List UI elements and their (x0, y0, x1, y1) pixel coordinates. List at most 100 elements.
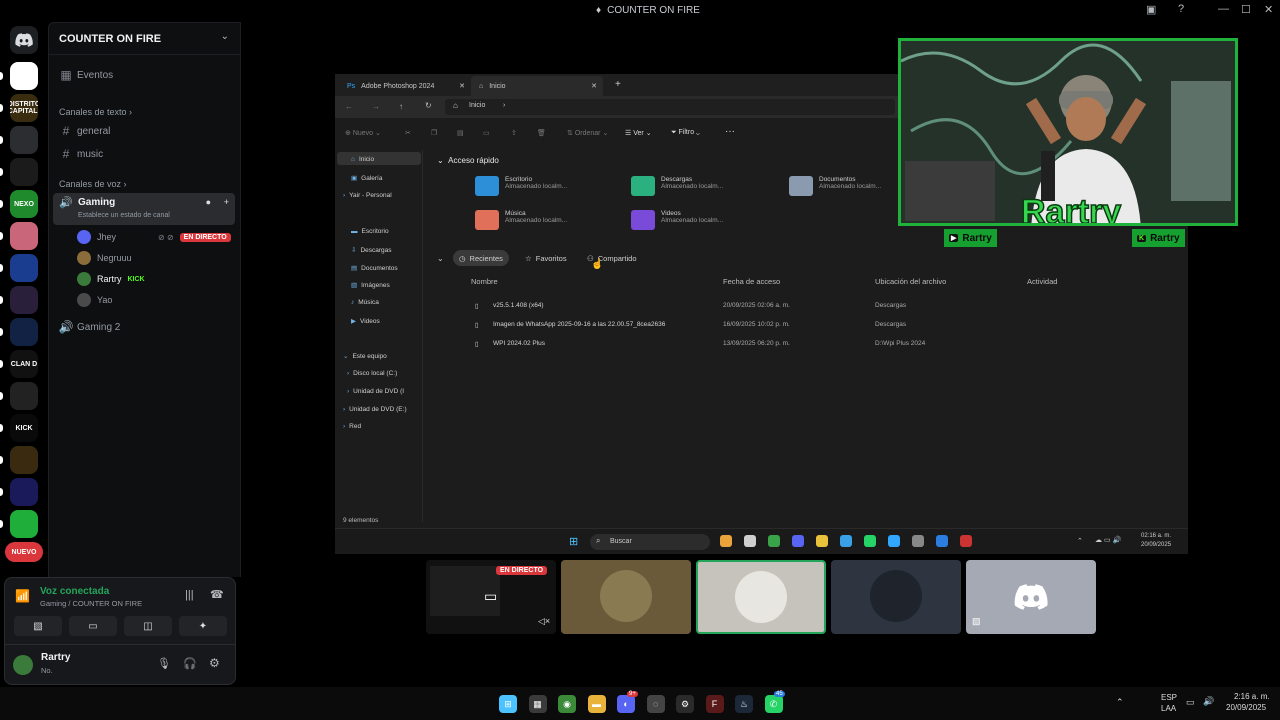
nav-item[interactable]: › Unidad de DVD (I (347, 388, 404, 395)
add-member-icon[interactable]: + (224, 197, 229, 207)
tile-participant-speaking[interactable] (696, 560, 826, 634)
server-icon[interactable] (10, 446, 38, 474)
address-field[interactable]: ⌂ Inicio › (445, 99, 895, 115)
file-row[interactable]: ▯ Imagen de WhatsApp 2025-09-16 a las 22.… (475, 319, 1055, 333)
app-icon[interactable] (816, 535, 828, 547)
taskbar-search[interactable]: ⌕ Buscar (590, 534, 710, 550)
server-icon[interactable] (10, 126, 38, 154)
tray-icons[interactable]: ☁ ▭ 🔊 (1095, 536, 1121, 544)
muted-icon[interactable]: ◁× (538, 616, 550, 627)
file-row[interactable]: ▯ WPI 2024.02 Plus 13/09/2025 06:20 p. m. D… (475, 338, 1055, 352)
sort-button[interactable]: ⇅ Ordenar ⌄ (567, 129, 608, 137)
nav-item[interactable]: › Yair - Personal (343, 192, 392, 199)
soundboard-button[interactable]: ✦ (179, 616, 227, 636)
avatar[interactable] (13, 655, 33, 675)
nav-item[interactable]: ▶ Videos (351, 317, 380, 326)
activities-button[interactable]: ◫ (124, 616, 172, 636)
voice-member[interactable]: Negruuu (77, 249, 132, 267)
mic-icon[interactable]: 🎙 (157, 657, 171, 670)
quick-access-item[interactable]: Descargas Almacenado localm... (631, 176, 723, 196)
steam-icon[interactable]: ⚙ (676, 695, 694, 713)
close-tab-icon[interactable]: ✕ (459, 82, 465, 90)
maximize-icon[interactable]: ☐ (1241, 3, 1251, 16)
help-icon[interactable]: ? (1178, 3, 1184, 15)
server-icon[interactable]: CLAN D (10, 350, 38, 378)
voice-member[interactable]: Jhey ⊘ ⊘ EN DIRECTO (77, 228, 231, 246)
whatsapp-icon[interactable]: ✆ (764, 695, 783, 713)
app-icon[interactable] (864, 535, 876, 547)
quick-access-item[interactable]: Música Almacenado localm... (475, 210, 567, 230)
windows-start-icon[interactable]: ⊞ (499, 695, 517, 713)
up-icon[interactable]: ↑ (399, 102, 403, 111)
app-icon[interactable] (792, 535, 804, 547)
noise-suppression-icon[interactable]: ||| (185, 589, 194, 601)
app-icon[interactable] (840, 535, 852, 547)
server-icon[interactable] (10, 478, 38, 506)
events-item[interactable]: ▦ Eventos (55, 65, 235, 85)
new-tab-icon[interactable]: + (615, 79, 621, 90)
nav-item[interactable]: ▤ Documentos (351, 264, 398, 273)
quick-access-item[interactable]: Escritorio Almacenado localm... (475, 176, 567, 196)
server-icon[interactable] (10, 222, 38, 250)
app-icon[interactable] (720, 535, 732, 547)
new-button[interactable]: ⊕ Nuevo ⌄ (345, 129, 381, 137)
share-icon[interactable]: ⇪ (511, 129, 517, 137)
filter-recent[interactable]: ◷ Recientes (453, 250, 509, 266)
volume-icon[interactable]: 🔊 (1203, 696, 1214, 707)
nav-item[interactable]: ▧ Imágenes (351, 281, 390, 290)
nav-item[interactable]: › Disco local (C:) (347, 370, 397, 377)
tile-participant[interactable] (561, 560, 691, 634)
minimize-icon[interactable]: — (1218, 3, 1229, 15)
file-explorer-icon[interactable]: ▬ (587, 695, 606, 713)
tile-participant[interactable]: ▧ (966, 560, 1096, 634)
gear-icon[interactable]: ⚙ (209, 656, 220, 670)
app-icon[interactable]: F (705, 695, 724, 713)
server-icon[interactable]: DISTRITO CAPITAL (10, 94, 38, 122)
back-icon[interactable]: ← (345, 102, 353, 111)
app-icon[interactable] (744, 535, 756, 547)
nav-item[interactable]: › Unidad de DVD (E:) (343, 406, 407, 413)
nav-item[interactable]: ⌄ Este equipo (343, 352, 387, 361)
column-date[interactable]: Fecha de acceso (723, 277, 780, 286)
paste-icon[interactable]: ▤ (457, 129, 464, 137)
rename-icon[interactable]: ▭ (483, 129, 490, 137)
discord-icon[interactable]: ◐ (617, 695, 635, 713)
close-icon[interactable]: ✕ (1264, 3, 1273, 16)
app-icon[interactable] (768, 535, 780, 547)
disconnect-icon[interactable]: ☎ (210, 588, 224, 601)
server-icon[interactable] (10, 62, 38, 90)
refresh-icon[interactable]: ↻ (425, 101, 432, 110)
nav-item[interactable]: ▬ Escritorio (351, 228, 389, 235)
voice-member[interactable]: Rartry KICK (77, 270, 145, 288)
new-badge[interactable]: NUEVO (5, 542, 43, 562)
file-row[interactable]: ▯ v25.5.1.408 (x64) 20/09/2025 02:06 a. m.… (475, 300, 1055, 314)
server-icon[interactable] (10, 318, 38, 346)
app-icon[interactable] (912, 535, 924, 547)
app-icon[interactable]: ◌ (646, 695, 665, 713)
column-activity[interactable]: Actividad (1027, 277, 1057, 286)
inbox-icon[interactable]: ▣ (1146, 3, 1156, 16)
tab-photoshop[interactable]: Ps Adobe Photoshop 2024 ✕ (339, 76, 471, 96)
chat-icon[interactable]: ● (206, 197, 211, 207)
store-icon[interactable]: ▦ (528, 695, 547, 713)
text-category[interactable]: Canales de texto › (59, 107, 132, 117)
tile-participant[interactable] (831, 560, 961, 634)
server-icon[interactable] (10, 254, 38, 282)
voice-category[interactable]: Canales de voz › (59, 179, 127, 189)
channel-status-hint[interactable]: Establece un estado de canal (78, 212, 170, 219)
app-icon[interactable] (960, 535, 972, 547)
screen-share-button[interactable]: ▭ (69, 616, 117, 636)
more-options-icon[interactable]: ··· (725, 126, 735, 137)
tile-stream[interactable]: EN DIRECTO ▭ ◁× (426, 560, 556, 634)
chevron-down-icon[interactable]: ⌄ (221, 31, 229, 42)
copy-icon[interactable]: ❐ (431, 129, 437, 137)
filter-favorites[interactable]: ☆ Favoritos (519, 250, 573, 266)
channel-gaming-2[interactable]: 🔊 Gaming 2 (55, 317, 235, 337)
app-icon[interactable] (888, 535, 900, 547)
nav-item[interactable]: ▣ Galería (351, 174, 382, 183)
filter-button[interactable]: ⏷ Filtro ⌄ (671, 129, 700, 137)
server-icon[interactable]: NEXO (10, 190, 38, 218)
forward-icon[interactable]: → (372, 102, 380, 111)
quick-access-item[interactable]: Documentos Almacenado localm... (789, 176, 881, 196)
close-tab-icon[interactable]: ✕ (591, 82, 597, 90)
